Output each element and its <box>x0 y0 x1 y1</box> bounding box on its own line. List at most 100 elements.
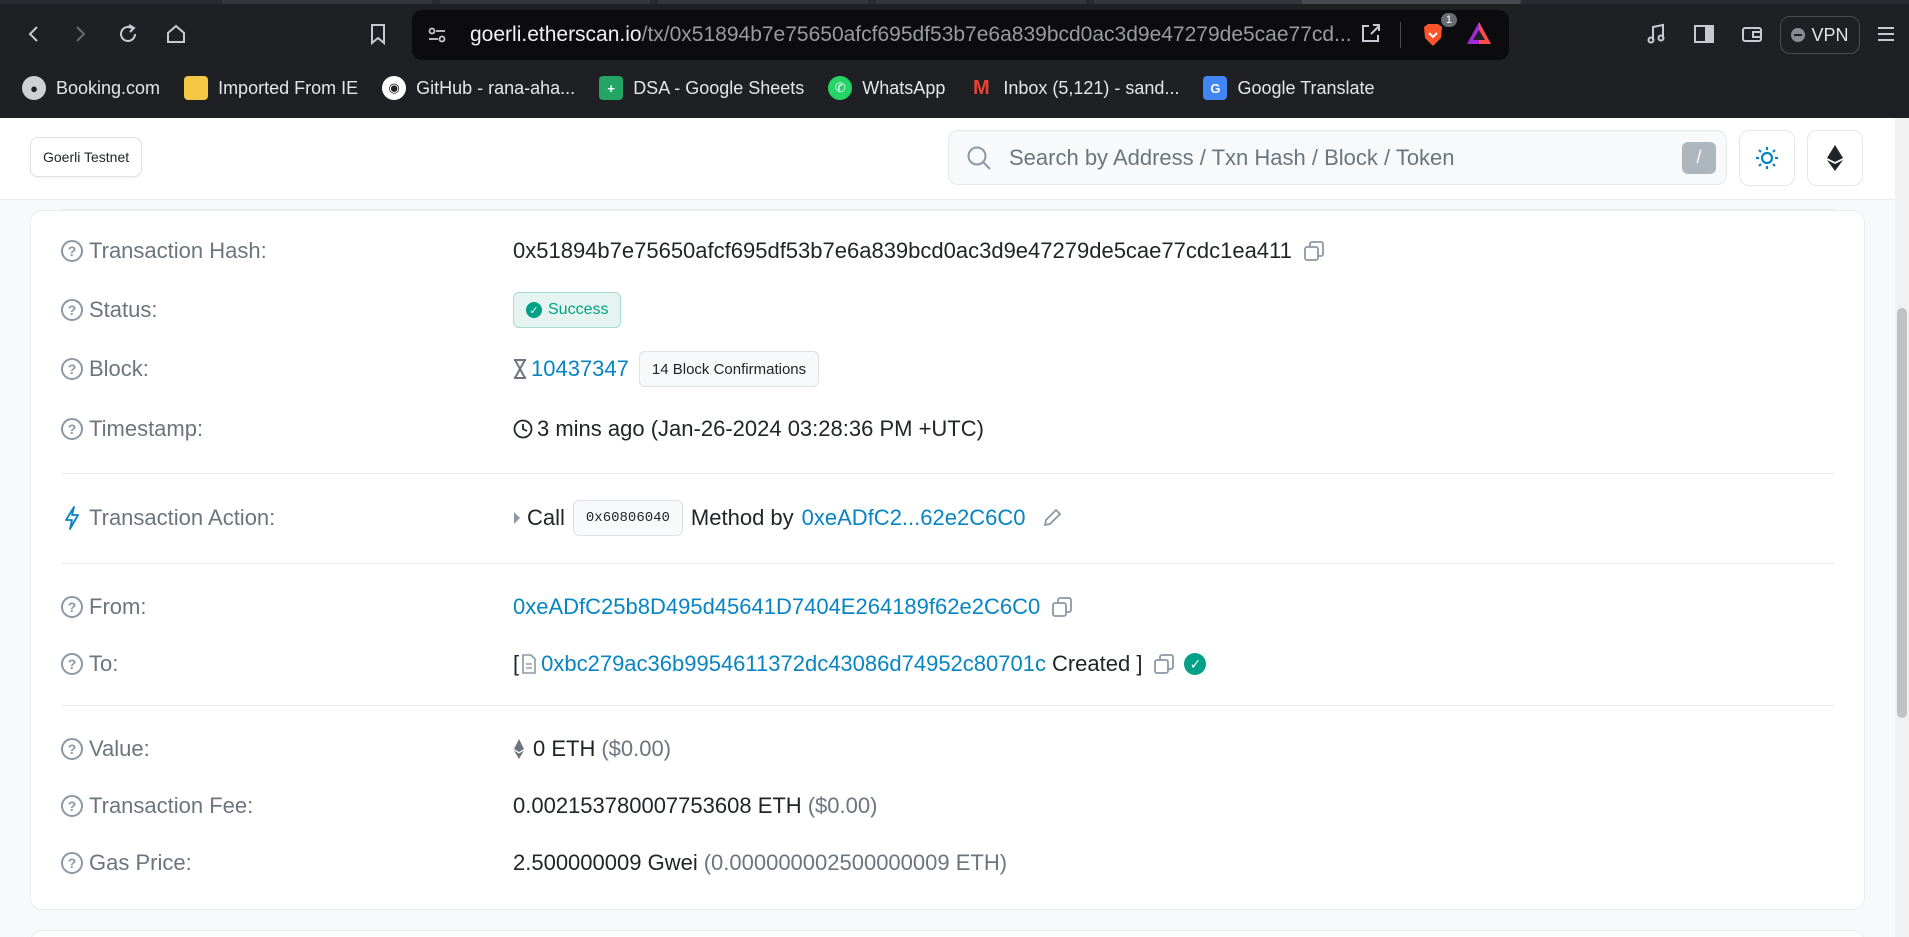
help-icon[interactable]: ? <box>61 418 83 440</box>
bookmark-booking[interactable]: ● Booking.com <box>22 76 160 100</box>
value-eth: 0 ETH <box>533 736 596 761</box>
browser-chrome: goerli.etherscan.io/tx/0x51894b7e75650af… <box>0 0 1909 118</box>
vpn-button[interactable]: VPN <box>1780 16 1860 54</box>
label-status: ? Status: <box>61 297 513 323</box>
whatsapp-icon: ✆ <box>828 76 853 100</box>
hourglass-icon <box>513 359 527 379</box>
action-call-text: Call <box>527 505 565 530</box>
url-path: /tx/0x51894b7e75650afcf695df53b7e6a839bc… <box>641 23 1350 46</box>
row-from: ? From: 0xeADfC25b8D495d45641D7404E26418… <box>61 587 1841 627</box>
bookmark-sheets[interactable]: + DSA - Google Sheets <box>599 76 804 100</box>
search-bar[interactable]: Search by Address / Txn Hash / Block / T… <box>948 130 1727 185</box>
network-badge[interactable]: Goerli Testnet <box>30 137 143 177</box>
label-block: ? Block: <box>61 356 513 382</box>
bookmark-translate[interactable]: G Google Translate <box>1203 76 1375 100</box>
menu-button[interactable] <box>1866 14 1906 54</box>
site-header: Goerli Testnet Search by Address / Txn H… <box>0 118 1895 200</box>
help-icon[interactable]: ? <box>61 795 83 817</box>
sidebar-toggle-button[interactable] <box>1684 14 1724 54</box>
bookmarks-bar: ● Booking.com Imported From IE ◉ GitHub … <box>0 70 1909 106</box>
bookmark-gmail[interactable]: M Inbox (5,121) - sand... <box>969 76 1179 100</box>
home-button[interactable] <box>156 14 196 54</box>
home-icon <box>167 24 185 43</box>
help-icon[interactable]: ? <box>61 299 83 321</box>
copy-icon[interactable] <box>1152 652 1176 676</box>
clock-icon <box>513 419 533 439</box>
vpn-off-icon <box>1791 28 1806 42</box>
wallet-button[interactable] <box>1732 14 1772 54</box>
caret-right-icon[interactable] <box>513 512 521 524</box>
bookmark-github[interactable]: ◉ GitHub - rana-aha... <box>382 76 575 100</box>
label-timestamp: ? Timestamp: <box>61 416 513 442</box>
fee-eth: 0.002153780007753608 ETH <box>513 793 802 818</box>
help-icon[interactable]: ? <box>61 852 83 874</box>
bookmark-label: Google Translate <box>1237 77 1375 98</box>
method-by-text: Method by <box>690 505 794 530</box>
shield-count-badge: 1 <box>1440 13 1457 27</box>
search-shortcut-key: / <box>1682 141 1716 174</box>
gmail-icon: M <box>973 76 990 99</box>
page-scrollbar[interactable] <box>1895 118 1909 937</box>
label-text: To: <box>89 651 119 676</box>
browser-tab[interactable] <box>1094 0 1304 4</box>
label-from: ? From: <box>61 594 513 620</box>
reload-button[interactable] <box>108 14 148 54</box>
method-caller-link[interactable]: 0xeADfC2...62e2C6C0 <box>802 505 1026 531</box>
network-switch-button[interactable] <box>1807 130 1863 186</box>
theme-toggle-button[interactable] <box>1739 130 1795 186</box>
sun-icon <box>1756 147 1778 169</box>
active-tab[interactable] <box>1302 0 1520 4</box>
browser-tab[interactable] <box>658 0 868 4</box>
bookmark-icon <box>371 24 385 45</box>
media-button[interactable] <box>1636 14 1676 54</box>
created-text: Created ] <box>1051 651 1143 676</box>
help-icon[interactable]: ? <box>61 653 83 675</box>
forward-button[interactable] <box>60 14 100 54</box>
scrollbar-thumb[interactable] <box>1897 308 1907 718</box>
bookmark-whatsapp[interactable]: ✆ WhatsApp <box>828 76 945 100</box>
site-settings-icon[interactable] <box>412 24 462 46</box>
bookmark-button[interactable] <box>358 14 398 54</box>
from-address-link[interactable]: 0xeADfC25b8D495d45641D7404E264189f62e2C6… <box>513 594 1040 620</box>
browser-tab[interactable] <box>876 0 1086 4</box>
divider <box>61 705 1835 706</box>
brave-shields-button[interactable]: 1 <box>1419 13 1457 49</box>
label-text: Transaction Action: <box>89 505 276 530</box>
back-button[interactable] <box>14 14 54 54</box>
bookmark-label: Imported From IE <box>218 77 359 98</box>
sheets-icon: + <box>599 76 624 100</box>
bookmark-label: WhatsApp <box>862 77 946 98</box>
divider <box>1400 22 1401 48</box>
url-text[interactable]: goerli.etherscan.io/tx/0x51894b7e75650af… <box>470 23 1350 47</box>
bookmark-imported-folder[interactable]: Imported From IE <box>184 76 358 100</box>
bookmark-label: Booking.com <box>56 77 161 98</box>
row-transaction-hash: ? Transaction Hash: 0x51894b7e75650afcf6… <box>61 231 1841 271</box>
help-icon[interactable]: ? <box>61 738 83 760</box>
row-to: ? To: [ 0xbc279ac36b9954611372dc43086d74… <box>61 644 1841 684</box>
label-transaction-hash: ? Transaction Hash: <box>61 238 513 264</box>
status-text: Success <box>548 301 609 318</box>
address-bar[interactable]: goerli.etherscan.io/tx/0x51894b7e75650af… <box>412 10 1509 60</box>
brave-rewards-button[interactable] <box>1465 20 1493 51</box>
copy-icon[interactable] <box>1302 239 1326 263</box>
translate-icon: G <box>1203 76 1228 100</box>
pencil-icon[interactable] <box>1041 507 1063 529</box>
copy-icon[interactable] <box>1050 595 1074 619</box>
browser-tab[interactable] <box>222 0 432 4</box>
rewards-triangle-icon <box>1467 21 1491 44</box>
wallet-icon <box>1742 27 1762 42</box>
share-icon[interactable] <box>1360 22 1382 49</box>
label-text: From: <box>89 594 147 619</box>
help-icon[interactable]: ? <box>61 358 83 380</box>
label-transaction-fee: ? Transaction Fee: <box>61 793 513 819</box>
block-number-link[interactable]: 10437347 <box>531 356 629 382</box>
help-icon[interactable]: ? <box>61 240 83 262</box>
next-card <box>30 930 1865 937</box>
browser-tab[interactable] <box>440 0 650 4</box>
verified-check-icon: ✓ <box>1184 653 1207 675</box>
help-icon[interactable]: ? <box>61 596 83 618</box>
arrow-right-icon <box>76 26 86 42</box>
confirmations-badge: 14 Block Confirmations <box>638 351 820 387</box>
to-contract-link[interactable]: 0xbc279ac36b9954611372dc43086d74952c8070… <box>541 651 1046 677</box>
label-text: Transaction Hash: <box>89 238 267 263</box>
